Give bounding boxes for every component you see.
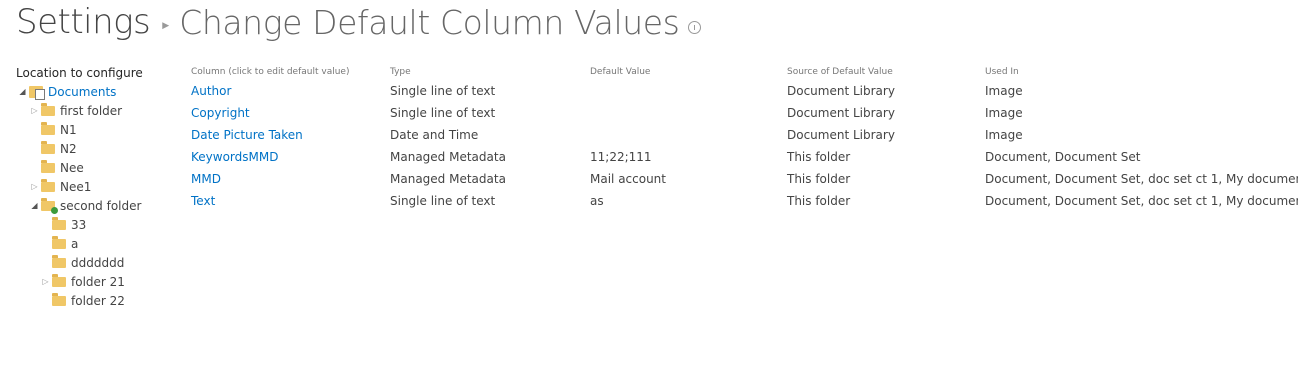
- tree-node-label[interactable]: second folder: [60, 199, 141, 213]
- column-type: Single line of text: [390, 194, 496, 208]
- used-in: Image: [985, 128, 1023, 142]
- column-header: Default Value: [590, 67, 651, 77]
- breadcrumb-settings[interactable]: Settings: [16, 2, 151, 42]
- collapsed-arrow-icon[interactable]: ▷: [41, 277, 50, 286]
- tree-node-label[interactable]: folder 22: [71, 294, 125, 308]
- column-header: Used In: [985, 67, 1019, 77]
- used-in: Document, Document Set: [985, 150, 1141, 164]
- default-source: This folder: [787, 194, 851, 208]
- tree-node[interactable]: ◢ second folder: [30, 196, 141, 215]
- page-header: Settings ▶ Change Default Column Values: [16, 0, 702, 44]
- expanded-arrow-icon[interactable]: ◢: [30, 201, 39, 210]
- default-value: 11;22;111: [590, 150, 652, 164]
- tree-node[interactable]: Nee: [30, 158, 84, 177]
- tree-node-label[interactable]: 33: [71, 218, 86, 232]
- tree-node[interactable]: ▷ folder 21: [41, 272, 125, 291]
- tree-node-label[interactable]: Nee1: [60, 180, 91, 194]
- column-name-link[interactable]: Copyright: [191, 102, 250, 124]
- location-tree: Location to configure ◢ Documents ▷ first f…: [16, 64, 186, 308]
- default-source: This folder: [787, 150, 851, 164]
- tree-node[interactable]: a: [41, 234, 78, 253]
- default-source: Document Library: [787, 84, 895, 98]
- column-name-link[interactable]: Date Picture Taken: [191, 124, 303, 146]
- tree-node[interactable]: N1: [30, 120, 77, 139]
- default-source: Document Library: [787, 106, 895, 120]
- collapsed-arrow-icon[interactable]: ▷: [30, 182, 39, 191]
- folder-icon: [52, 273, 66, 287]
- tree-node-label[interactable]: Nee: [60, 161, 84, 175]
- default-source: This folder: [787, 172, 851, 186]
- expanded-arrow-icon[interactable]: ◢: [18, 87, 27, 96]
- tree-node-label[interactable]: N1: [60, 123, 77, 137]
- library-icon: [29, 85, 45, 100]
- tree-node[interactable]: N2: [30, 139, 77, 158]
- collapsed-arrow-icon[interactable]: ▷: [30, 106, 39, 115]
- default-value: Mail account: [590, 172, 666, 186]
- breadcrumb-separator-icon: ▶: [162, 21, 170, 31]
- default-source: Document Library: [787, 128, 895, 142]
- folder-icon: [41, 140, 55, 154]
- tree-node-label[interactable]: N2: [60, 142, 77, 156]
- used-in: Document, Document Set, doc set ct 1, My…: [985, 172, 1298, 186]
- tree-node-label[interactable]: folder 21: [71, 275, 125, 289]
- tree-node[interactable]: 33: [41, 215, 86, 234]
- column-type: Single line of text: [390, 84, 496, 98]
- column-type: Single line of text: [390, 106, 496, 120]
- folder-icon: [52, 235, 66, 249]
- used-in: Image: [985, 106, 1023, 120]
- tree-node[interactable]: folder 22: [41, 291, 125, 310]
- column-type: Date and Time: [390, 128, 479, 142]
- folder-icon: [41, 178, 55, 192]
- tree-node-label[interactable]: first folder: [60, 104, 122, 118]
- tree-node[interactable]: ▷ Nee1: [30, 177, 91, 196]
- tree-node[interactable]: ddddddd: [41, 253, 124, 272]
- default-value: as: [590, 194, 604, 208]
- folder-icon: [52, 292, 66, 306]
- folder-icon: [41, 102, 55, 116]
- folder-icon: [52, 254, 66, 268]
- folder-settings-icon: [41, 197, 58, 214]
- column-header: Column (click to edit default value): [191, 67, 350, 77]
- used-in: Image: [985, 84, 1023, 98]
- column-type: Managed Metadata: [390, 150, 506, 164]
- info-icon[interactable]: [688, 20, 702, 34]
- tree-node-label[interactable]: a: [71, 237, 78, 251]
- tree-node[interactable]: ▷ first folder: [30, 101, 122, 120]
- column-header: Source of Default Value: [787, 67, 893, 77]
- column-name-link[interactable]: KeywordsMMD: [191, 146, 278, 168]
- column-header: Type: [390, 67, 411, 77]
- folder-icon: [41, 121, 55, 135]
- column-type: Managed Metadata: [390, 172, 506, 186]
- folder-icon: [52, 216, 66, 230]
- used-in: Document, Document Set, doc set ct 1, My…: [985, 194, 1298, 208]
- tree-node[interactable]: ◢ Documents: [18, 82, 116, 101]
- column-name-link[interactable]: Text: [191, 190, 215, 212]
- page-title: Change Default Column Values: [179, 2, 680, 42]
- location-heading: Location to configure: [16, 66, 143, 80]
- tree-node-label[interactable]: Documents: [48, 85, 116, 99]
- folder-icon: [41, 159, 55, 173]
- column-name-link[interactable]: Author: [191, 80, 231, 102]
- column-name-link[interactable]: MMD: [191, 168, 221, 190]
- tree-node-label[interactable]: ddddddd: [71, 256, 124, 270]
